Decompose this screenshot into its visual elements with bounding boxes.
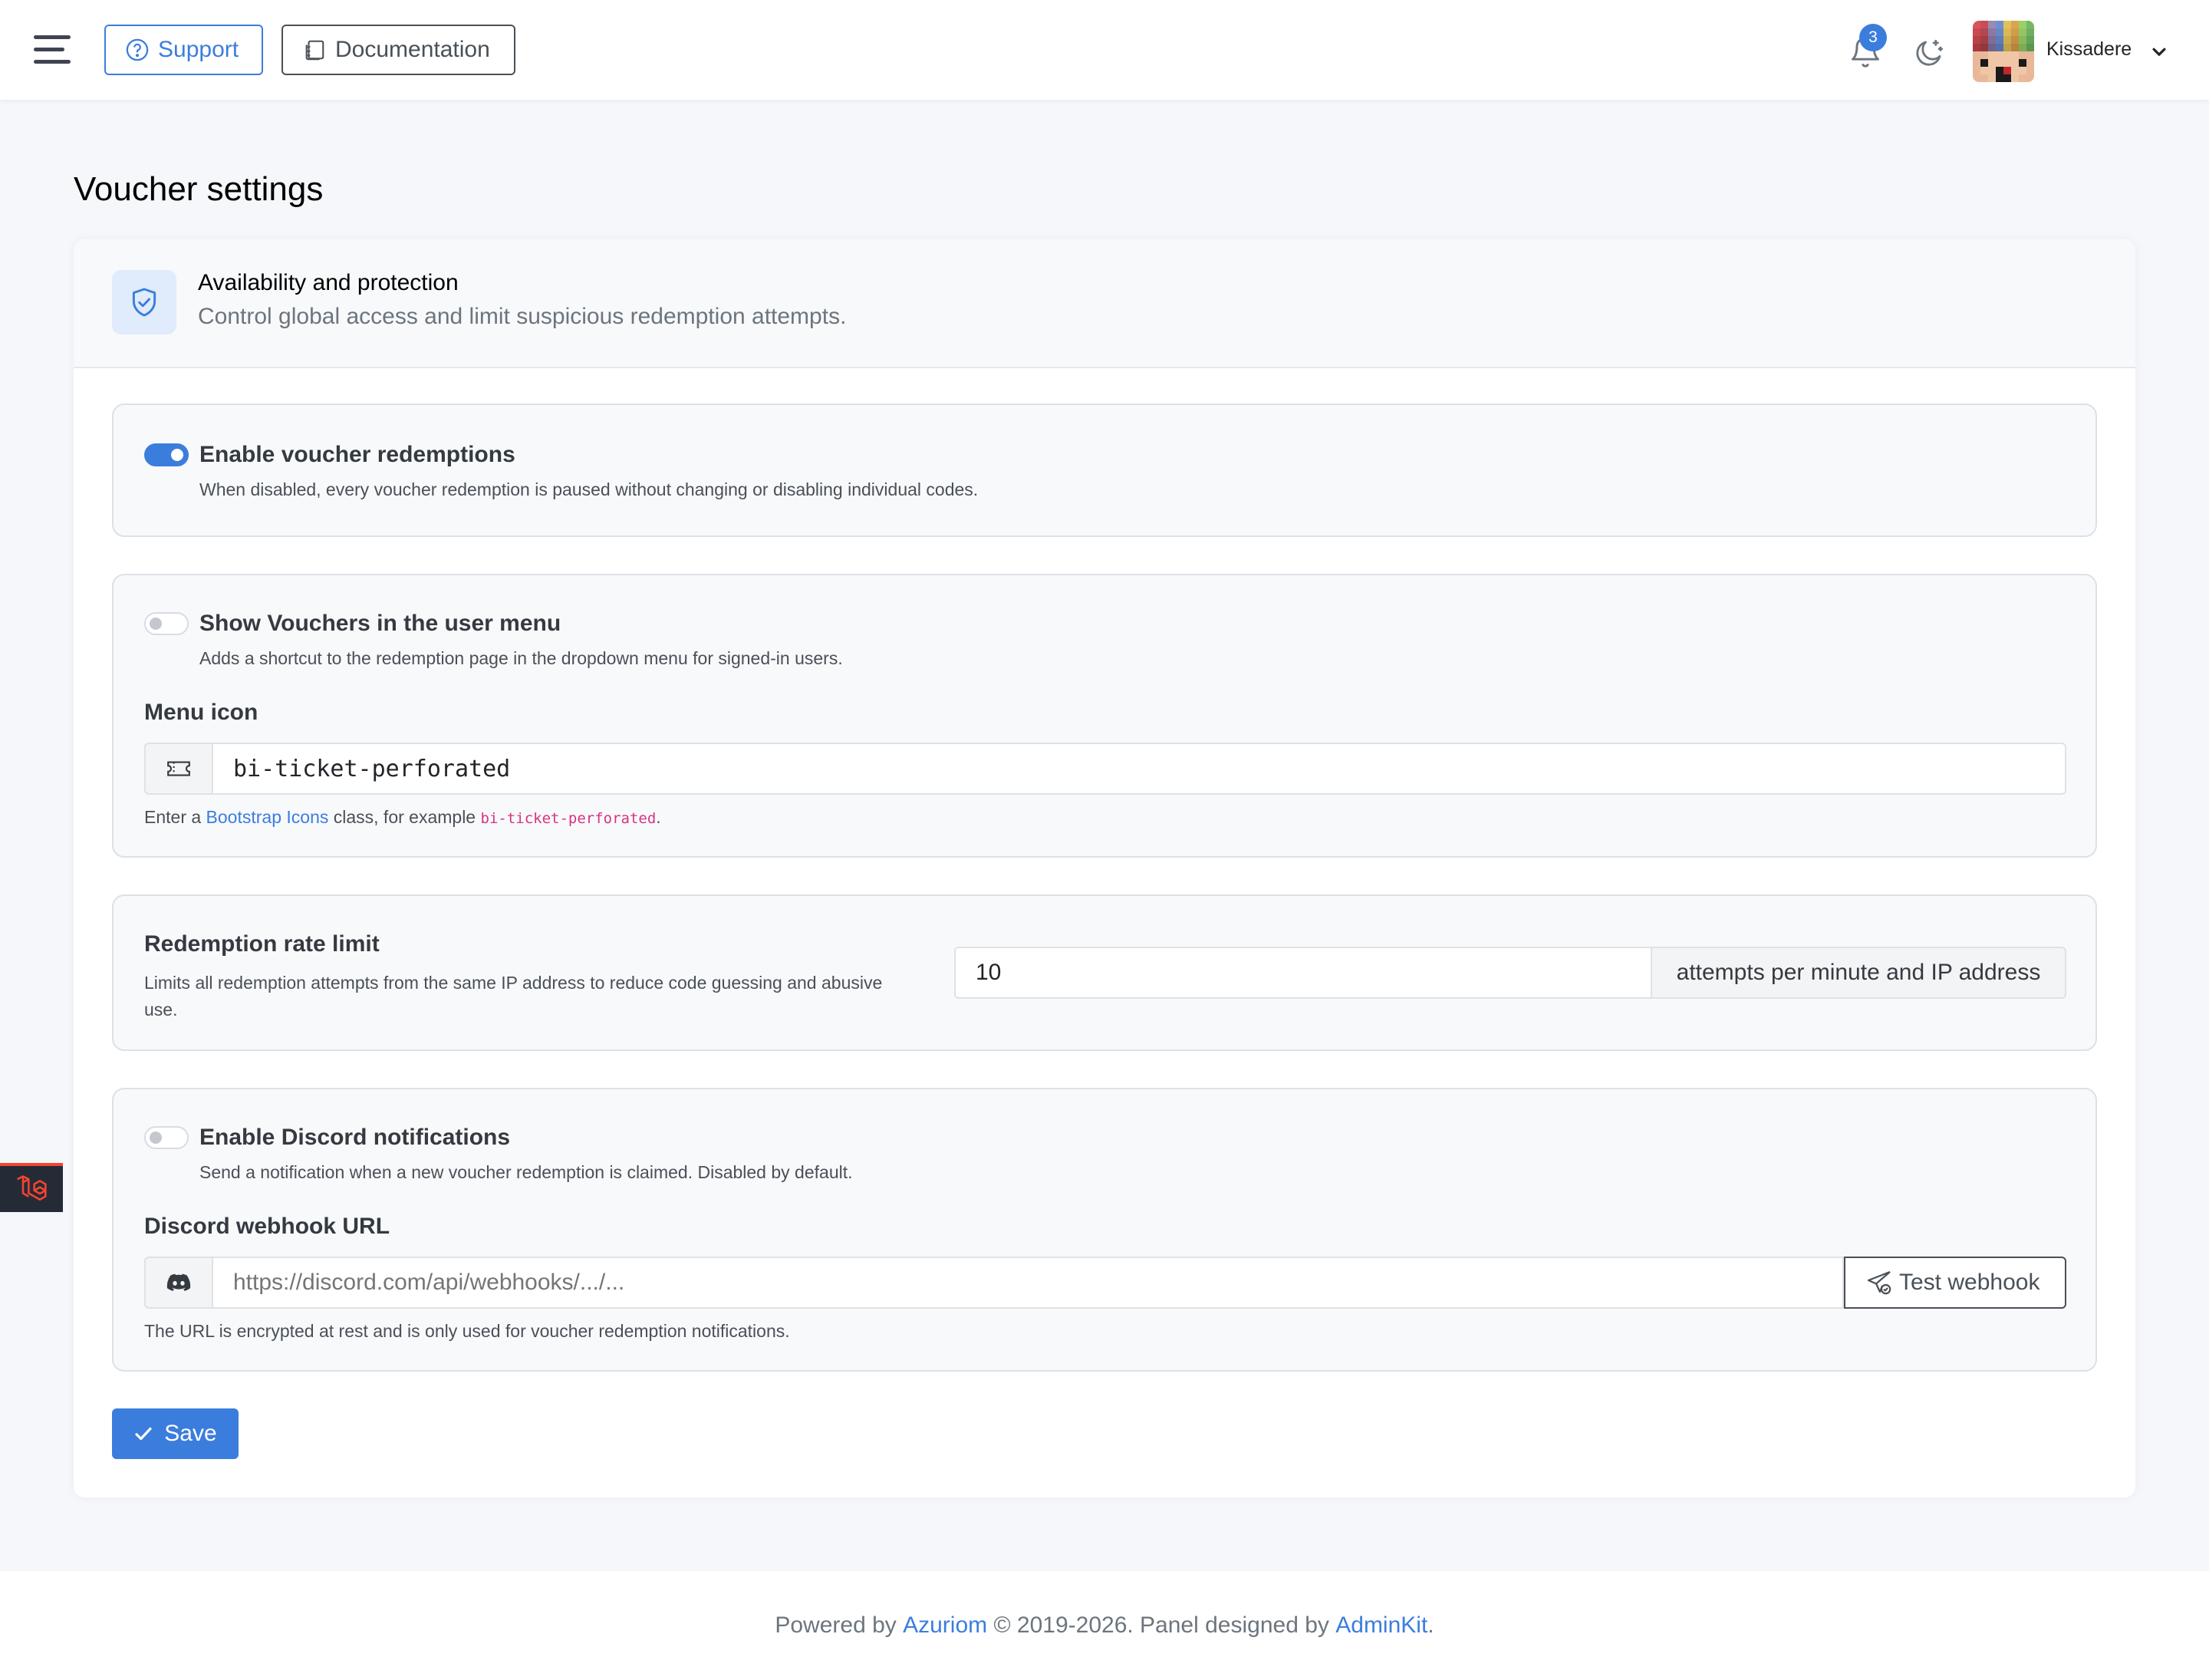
question-circle-icon [126,38,149,61]
bootstrap-icons-link[interactable]: Bootstrap Icons [206,807,329,827]
footer-suffix: . [1427,1612,1434,1638]
menu-icon-help: Enter a Bootstrap Icons class, for examp… [144,807,661,828]
documentation-button-label: Documentation [335,37,490,62]
sidebar-toggle-icon[interactable] [34,35,71,64]
page-title: Voucher settings [74,170,324,208]
notification-badge: 3 [1859,24,1887,51]
journals-icon [305,40,324,61]
menu-icon-help-code: bi-ticket-perforated [480,810,657,827]
webhook-url-label: Discord webhook URL [144,1214,390,1239]
user-menu-section: Show Vouchers in the user menu Adds a sh… [112,574,2097,858]
check-icon [135,1427,152,1441]
rate-limit-input[interactable] [954,947,1652,999]
rate-limit-help: Limits all redemption attempts from the … [144,973,883,1020]
menu-icon-help-middle: class, for example [328,807,481,827]
chevron-down-icon[interactable] [2151,43,2168,60]
card-header: Availability and protection Control glob… [74,239,2135,368]
test-webhook-label: Test webhook [1899,1270,2040,1295]
debugbar-toggle[interactable] [0,1163,63,1212]
webhook-input-group: Test webhook [144,1257,2066,1309]
show-user-menu-label[interactable]: Show Vouchers in the user menu [199,611,561,637]
menu-icon-input[interactable] [213,743,2066,795]
shield-check-icon [112,270,176,334]
menu-icon-input-group [144,743,2066,795]
menu-icon-help-suffix: . [656,807,661,827]
footer-prefix: Powered by [775,1612,904,1638]
webhook-help: The URL is encrypted at rest and is only… [144,1321,790,1341]
test-webhook-button[interactable]: Test webhook [1844,1257,2066,1309]
rate-limit-suffix: attempts per minute and IP address [1652,947,2066,999]
avatar[interactable] [1973,21,2034,82]
show-user-menu-help: Adds a shortcut to the redemption page i… [199,648,843,668]
azuriom-link[interactable]: Azuriom [903,1612,987,1639]
send-check-icon [1867,1270,1891,1295]
save-button[interactable]: Save [112,1408,239,1459]
support-button-label: Support [158,37,239,62]
moon-stars-icon[interactable] [1913,37,1945,69]
show-user-menu-toggle[interactable] [144,612,189,635]
enable-redemptions-toggle[interactable] [144,443,189,466]
footer: Powered by Azuriom © 2019-2026. Panel de… [0,1571,2209,1680]
top-navbar: Support Documentation 3 Kissadere [0,0,2209,100]
rate-limit-section: Redemption rate limit Limits all redempt… [112,894,2097,1051]
enable-redemptions-help: When disabled, every voucher redemption … [199,479,979,499]
enable-redemptions-label[interactable]: Enable voucher redemptions [199,442,515,468]
footer-middle: © 2019-2026. Panel designed by [987,1612,1336,1638]
enable-discord-toggle[interactable] [144,1126,189,1149]
enable-discord-label[interactable]: Enable Discord notifications [199,1125,510,1151]
laravel-logo-icon [17,1175,47,1201]
redemptions-section: Enable voucher redemptions When disabled… [112,404,2097,537]
menu-icon-help-prefix: Enter a [144,807,206,827]
support-button[interactable]: Support [104,25,263,75]
rate-limit-label: Redemption rate limit [144,931,380,957]
card-header-title: Availability and protection [198,270,459,295]
webhook-url-input[interactable] [213,1257,1844,1309]
menu-icon-label: Menu icon [144,700,258,725]
enable-discord-help: Send a notification when a new voucher r… [199,1162,853,1182]
ticket-perforated-icon [144,743,213,795]
discord-section: Enable Discord notifications Send a noti… [112,1088,2097,1372]
username[interactable]: Kissadere [2046,38,2132,61]
discord-icon [144,1257,213,1309]
card-header-subtitle: Control global access and limit suspicio… [198,304,847,329]
documentation-button[interactable]: Documentation [281,25,515,75]
settings-card: Availability and protection Control glob… [74,239,2135,1497]
adminkit-link[interactable]: AdminKit [1335,1612,1427,1639]
save-button-label: Save [164,1421,217,1446]
